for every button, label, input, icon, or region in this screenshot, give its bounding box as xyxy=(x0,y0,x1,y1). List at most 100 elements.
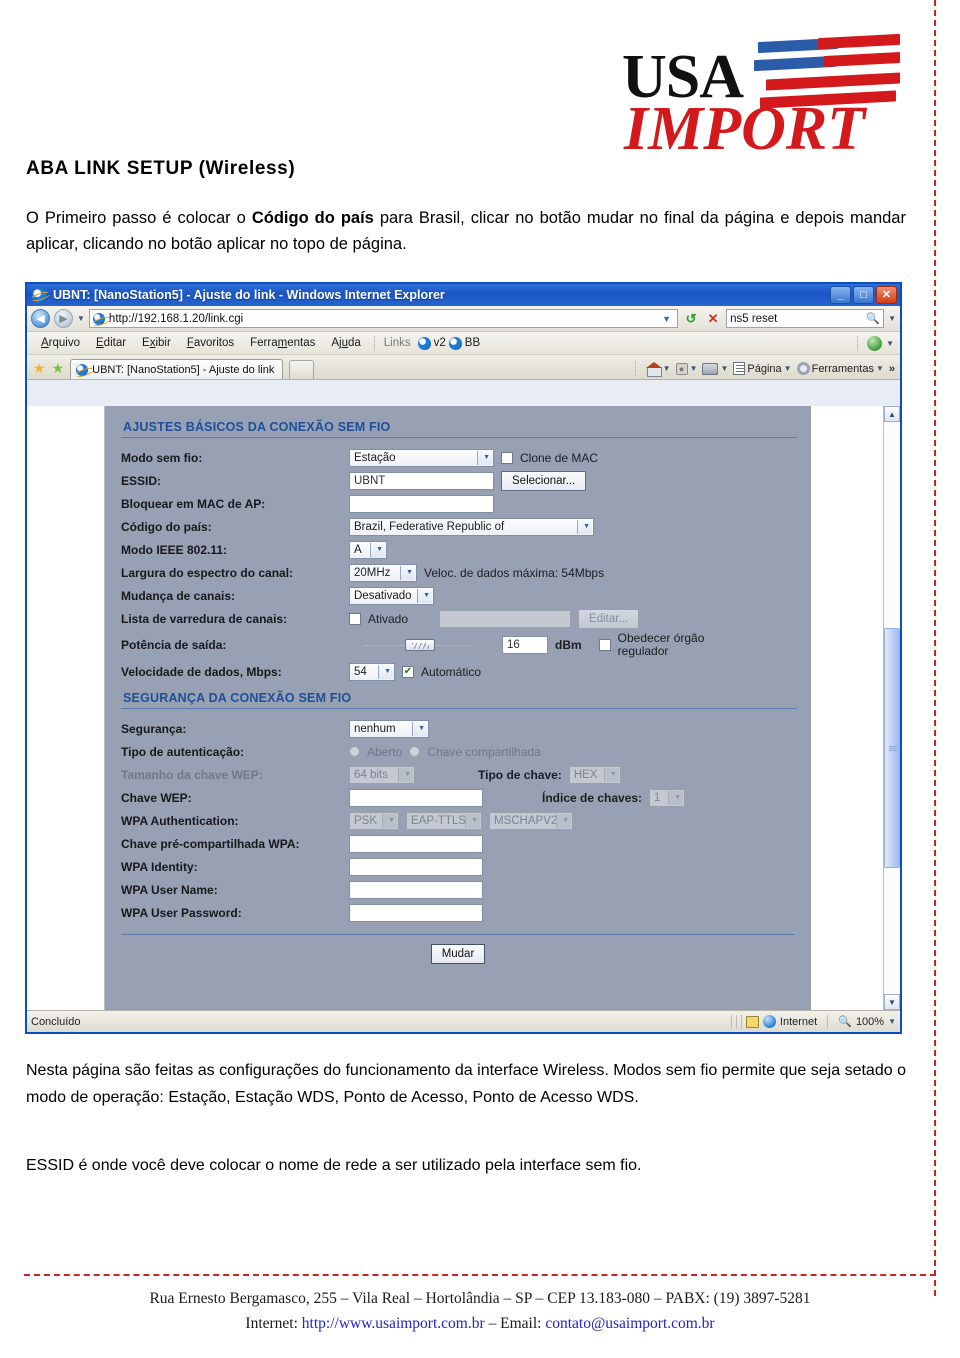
input-essid[interactable]: UBNT xyxy=(349,471,494,490)
select-wireless-mode[interactable]: Estação xyxy=(349,448,494,467)
browser-tab[interactable]: UBNT: [NanoStation5] - Ajuste do link xyxy=(70,359,284,379)
menu-item-editar[interactable]: Editar xyxy=(88,335,134,351)
stop-icon[interactable]: ✕ xyxy=(704,310,722,328)
slider-handle[interactable] xyxy=(405,639,435,651)
search-value: ns5 reset xyxy=(730,312,778,325)
slider-output-power[interactable] xyxy=(363,636,473,654)
scroll-track[interactable] xyxy=(884,422,900,994)
home-button[interactable]: ▼ xyxy=(645,362,671,377)
zoom-icon[interactable]: 🔍 xyxy=(838,1015,852,1028)
input-wpa-preshared-key[interactable] xyxy=(349,834,483,853)
close-button[interactable]: ✕ xyxy=(876,286,897,304)
scroll-thumb[interactable] xyxy=(884,627,900,869)
link-item-bb[interactable]: BB xyxy=(465,337,480,349)
link-item-v2[interactable]: v2 xyxy=(434,337,446,349)
footer-website-link[interactable]: http://www.usaimport.com.br xyxy=(302,1315,485,1332)
select-data-rate[interactable]: 54 xyxy=(349,662,395,681)
value-security: nenhum xyxy=(354,722,396,735)
menu-item-ajuda[interactable]: Ajuda xyxy=(323,335,368,351)
feeds-button[interactable]: ● ▼ xyxy=(675,362,698,375)
label-dbm: dBm xyxy=(555,638,582,652)
home-icon xyxy=(645,362,662,377)
menubar-separator xyxy=(373,335,375,351)
input-wpa-user-password[interactable] xyxy=(349,903,483,922)
feeds-chevron-down-icon[interactable]: ▼ xyxy=(690,364,698,373)
label-auth-shared: Chave compartilhada xyxy=(427,744,541,759)
maximize-button[interactable]: □ xyxy=(853,286,874,304)
checkbox-scan-list-enabled[interactable] xyxy=(349,612,361,625)
select-channel-shifting[interactable]: Desativado xyxy=(349,586,434,605)
input-wpa-identity[interactable] xyxy=(349,857,483,876)
select-country-code[interactable]: Brazil, Federative Republic of xyxy=(349,517,594,536)
menu-item-exibir[interactable]: Exibir xyxy=(134,335,179,351)
label-wpa-user-name: WPA User Name: xyxy=(121,882,218,897)
checkbox-obey-regulatory[interactable] xyxy=(598,639,611,651)
input-wep-key[interactable] xyxy=(349,788,483,807)
select-wpa-mschap: MSCHAPV2 xyxy=(489,811,573,830)
page-chevron-down-icon[interactable]: ▼ xyxy=(784,364,792,373)
checkbox-clone-mac[interactable] xyxy=(501,451,513,464)
window-controls: _ □ ✕ xyxy=(830,286,897,304)
search-chevron-down-icon[interactable]: ▼ xyxy=(888,314,896,323)
row-essid: ESSID: UBNT Selecionar... xyxy=(105,469,811,492)
select-channel-width[interactable]: 20MHz xyxy=(349,563,417,582)
input-output-power[interactable]: 16 xyxy=(502,636,548,654)
section-title-security: SEGURANÇA DA CONEXÃO SEM FIO xyxy=(121,691,797,709)
overflow-chevron-icon[interactable]: » xyxy=(889,363,895,375)
search-input[interactable]: ns5 reset 🔍 xyxy=(726,309,885,328)
footer-email-label: – Email: xyxy=(484,1315,546,1332)
select-essid-button[interactable]: Selecionar... xyxy=(501,470,587,491)
checkbox-auto-data-rate[interactable] xyxy=(402,665,414,678)
print-chevron-down-icon[interactable]: ▼ xyxy=(720,364,728,373)
select-ieee-mode[interactable]: A xyxy=(349,540,387,559)
change-button[interactable]: Mudar xyxy=(430,944,486,964)
label-wep-key-length: Tamanho da chave WEP: xyxy=(121,767,263,782)
address-chevron-down-icon[interactable]: ▼ xyxy=(659,314,674,324)
zoom-level[interactable]: 100% xyxy=(856,1016,884,1028)
back-icon[interactable]: ◀ xyxy=(31,309,50,328)
tab-favicon-icon xyxy=(76,363,89,376)
row-output-power: Potência de saída: 16 dBm Obedecer órgão… xyxy=(105,630,811,660)
print-button[interactable]: ▼ xyxy=(702,362,728,375)
label-channel-width: Largura do espectro do canal: xyxy=(121,565,294,580)
world-icon[interactable] xyxy=(867,335,883,351)
scroll-down-icon[interactable]: ▼ xyxy=(884,994,900,1010)
tab-title: UBNT: [NanoStation5] - Ajuste do link xyxy=(92,363,275,376)
vertical-scrollbar[interactable]: ▲ ▼ xyxy=(883,406,900,1010)
world-chevron-down-icon[interactable]: ▼ xyxy=(886,339,894,348)
row-channel-width: Largura do espectro do canal: 20MHz Velo… xyxy=(105,561,811,584)
scroll-up-icon[interactable]: ▲ xyxy=(884,406,900,422)
history-chevron-down-icon[interactable]: ▼ xyxy=(77,314,85,323)
input-lock-ap-mac[interactable] xyxy=(349,494,494,513)
menu-item-favoritos[interactable]: Favoritos xyxy=(179,335,242,351)
input-wpa-user-name[interactable] xyxy=(349,880,483,899)
page-menu-button[interactable]: Página ▼ xyxy=(733,362,792,375)
minimize-button[interactable]: _ xyxy=(830,286,851,304)
address-bar[interactable]: http://192.168.1.20/link.cgi ▼ xyxy=(88,309,679,328)
usa-import-logo: USA IMPORT xyxy=(618,22,904,163)
home-chevron-down-icon[interactable]: ▼ xyxy=(663,364,671,373)
value-wireless-mode: Estação xyxy=(354,451,396,464)
menu-item-ferramentas[interactable]: Ferramentas xyxy=(242,335,323,351)
row-data-rate: Velocidade de dados, Mbps: 54 Automático xyxy=(105,660,811,683)
add-favorite-icon[interactable]: ★ xyxy=(52,361,65,379)
search-icon[interactable]: 🔍 xyxy=(866,312,880,325)
label-country-code: Código do país: xyxy=(121,519,212,534)
menu-item-arquivo[interactable]: AArquivorquivo xyxy=(33,335,88,351)
footer-email-link[interactable]: contato@usaimport.com.br xyxy=(545,1315,714,1332)
refresh-icon[interactable]: ↺ xyxy=(682,310,700,328)
value-channel-shifting: Desativado xyxy=(354,589,412,602)
tools-menu-button[interactable]: Ferramentas ▼ xyxy=(796,362,884,375)
tools-chevron-down-icon[interactable]: ▼ xyxy=(876,364,884,373)
new-tab-button[interactable] xyxy=(289,360,315,379)
status-text: Concluído xyxy=(31,1015,81,1028)
select-security[interactable]: nenhum xyxy=(349,719,429,738)
forward-icon[interactable]: ▶ xyxy=(54,309,73,328)
edit-scan-list-button: Editar... xyxy=(578,608,640,629)
page-favicon-icon xyxy=(92,312,105,325)
label-ieee-mode: Modo IEEE 802.11: xyxy=(121,542,228,557)
zoom-chevron-down-icon[interactable]: ▼ xyxy=(888,1017,896,1026)
value-wpa-psk: PSK xyxy=(354,814,378,827)
page-menu-label: Página xyxy=(747,362,782,375)
favorites-star-icon[interactable]: ★ xyxy=(33,361,46,379)
